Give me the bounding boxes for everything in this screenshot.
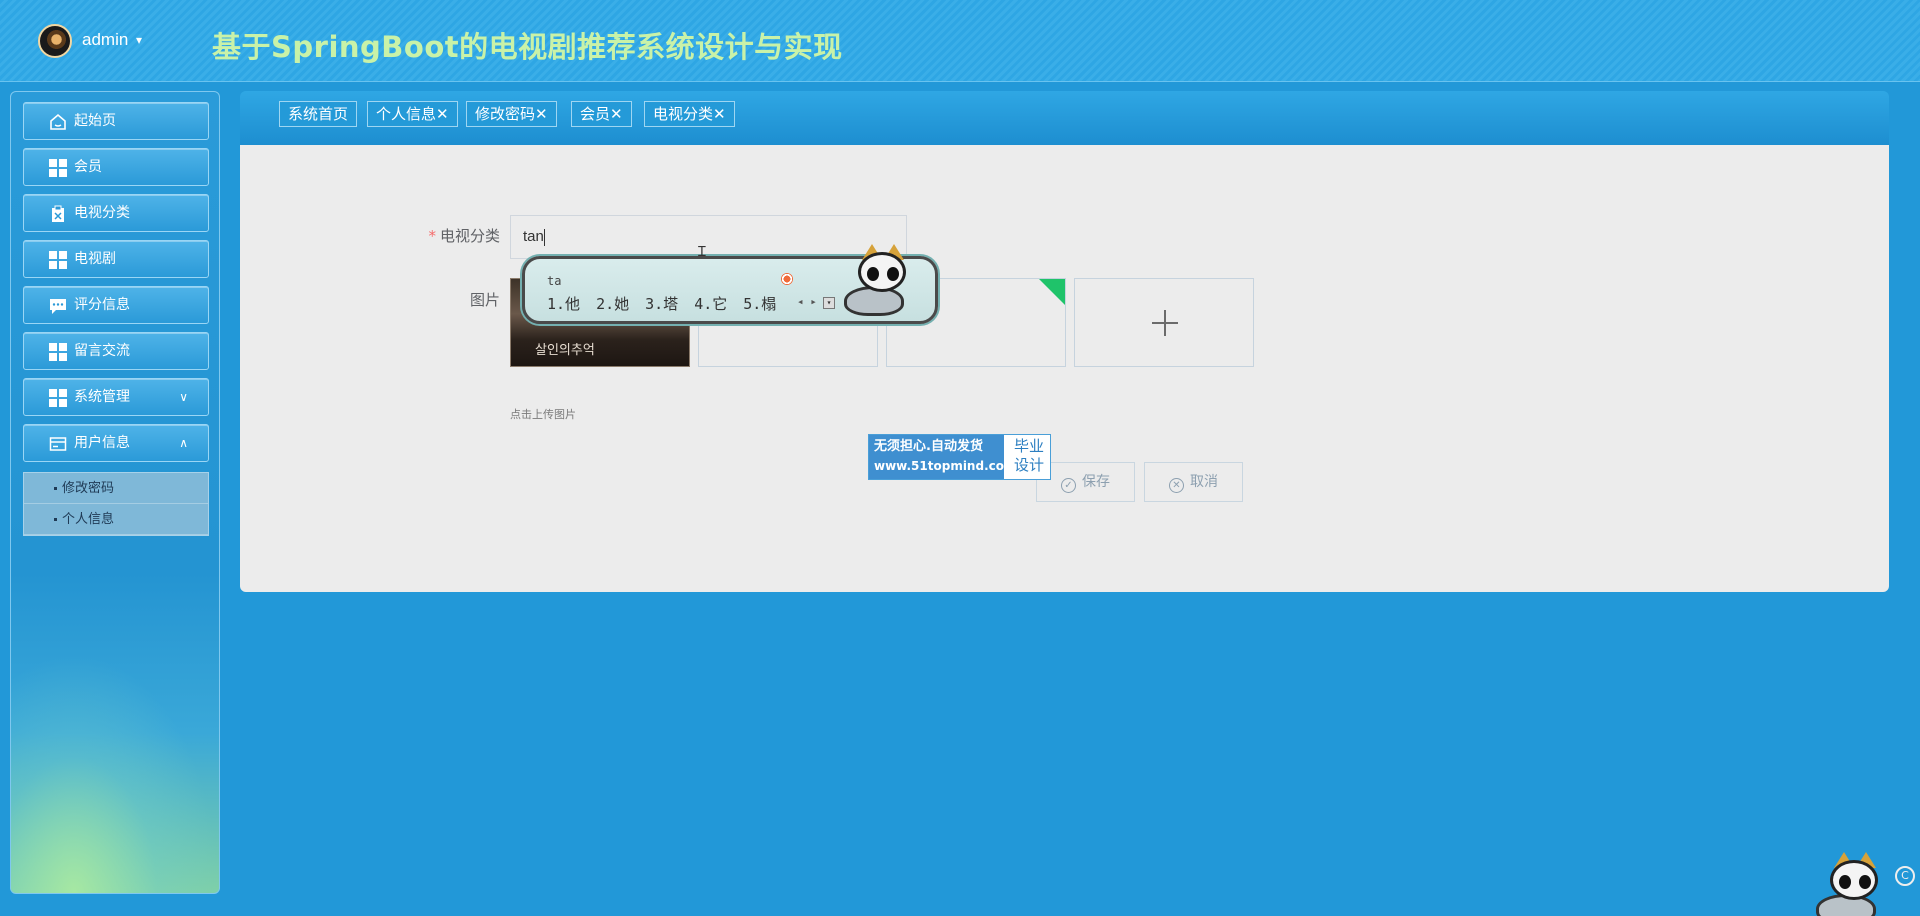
sidebar-item-system-management[interactable]: 系统管理 ∨ [23,378,209,416]
user-avatar[interactable] [38,24,72,58]
ime-mascot-icon [838,244,912,322]
ime-logo-icon [781,273,793,285]
upload-image-button[interactable] [1074,278,1254,367]
sidebar: 起始页 会员 电视分类 电视剧 评分信息 留言交流 系统管理 ∨ 用户信息 ∧ … [10,91,220,894]
category-input-value: tan [523,228,544,245]
sidebar-item-user-info[interactable]: 用户信息 ∧ [23,424,209,462]
ime-candidate[interactable]: 3.塔 [645,295,678,313]
grid-icon [49,389,67,407]
user-dropdown-caret-icon[interactable]: ▾ [136,33,142,47]
save-button-label: 保存 [1082,474,1110,490]
ime-candidate[interactable]: 2.她 [596,295,629,313]
category-field-label: * 电视分类 [380,225,500,246]
sidebar-item-label: 留言交流 [74,343,130,359]
watermark-line1: 无须担心.自动发货 [874,439,983,454]
user-info-submenu: 修改密码 个人信息 [23,472,209,536]
sidebar-item-tv-category[interactable]: 电视分类 [23,194,209,232]
watermark-right-line1: 毕业 [1013,437,1044,455]
app-title: 基于SpringBoot的电视剧推荐系统设计与实现 [212,30,843,64]
sidebar-glow [11,653,219,893]
top-header: admin ▾ 基于SpringBoot的电视剧推荐系统设计与实现 [0,0,1920,82]
required-mark: * [428,227,436,245]
sidebar-item-home[interactable]: 起始页 [23,102,209,140]
sidebar-item-label: 评分信息 [74,297,130,313]
ime-status-badge-icon[interactable]: C [1895,866,1915,886]
clipboard-icon [52,205,64,222]
chevron-down-icon: ∨ [179,390,188,404]
tab-tv-category[interactable]: 电视分类✕ [644,101,735,127]
status-corner-tag [1038,279,1065,306]
username-label[interactable]: admin [82,30,128,50]
tab-personal-info[interactable]: 个人信息✕ [367,101,458,127]
watermark-line2: www.51topmind.com [874,459,1017,473]
sidebar-item-label: 用户信息 [74,435,130,451]
grid-icon [49,159,67,177]
text-cursor [543,228,545,246]
submenu-item-personal-info[interactable]: 个人信息 [24,504,208,535]
mouse-ibeam-cursor-icon: Ɪ [698,244,706,260]
cancel-button[interactable]: ✕ 取消 [1144,462,1243,502]
sidebar-item-label: 会员 [74,159,102,175]
ime-composition: ta [547,274,562,288]
card-icon [49,437,67,451]
tab-change-password[interactable]: 修改密码✕ [466,101,557,127]
form-panel: * 电视分类 tan 图片 살인의추억 点击上传图片 ✓ 保存 ✕ 取消 [240,145,1889,592]
sidebar-item-label: 起始页 [74,113,116,129]
sidebar-item-label: 系统管理 [74,389,130,405]
sidebar-item-members[interactable]: 会员 [23,148,209,186]
ime-page-arrows-icon[interactable]: ◂ ▸ [797,295,817,308]
watermark-left: 无须担心.自动发货 www.51topmind.com [869,435,1017,479]
close-circle-icon: ✕ [1169,478,1184,493]
poster-caption: 살인의추억 [535,343,595,358]
image-field-label: 图片 [469,291,500,309]
sidebar-item-tv-series[interactable]: 电视剧 [23,240,209,278]
cancel-button-label: 取消 [1190,474,1218,490]
ime-candidate-list: 1.他 2.她 3.塔 4.它 5.榻 [547,293,792,314]
ime-candidate[interactable]: 5.榻 [743,295,776,313]
tab-system-home[interactable]: 系统首页 [279,101,358,127]
sidebar-item-label: 电视剧 [74,251,116,267]
watermark-banner: 无须担心.自动发货 www.51topmind.com 毕业 设计 [868,434,1051,480]
watermark-right: 毕业 设计 [1008,437,1050,475]
upload-hint: 点击上传图片 [510,408,576,421]
sidebar-item-ratings[interactable]: 评分信息 [23,286,209,324]
grid-icon [49,251,67,269]
chevron-up-icon: ∧ [179,436,188,450]
sidebar-item-label: 电视分类 [74,205,130,221]
grid-icon [49,343,67,361]
tab-members[interactable]: 会员✕ [571,101,632,127]
submenu-item-change-password[interactable]: 修改密码 [24,473,208,504]
plus-icon [1152,310,1178,336]
watermark-right-line2: 设计 [1013,456,1044,474]
ime-candidate[interactable]: 4.它 [694,295,727,313]
tab-bar: 系统首页 个人信息✕ 修改密码✕ 会员✕ 电视分类✕ [240,91,1889,145]
ime-expand-icon[interactable]: ▾ [823,297,835,309]
check-circle-icon: ✓ [1061,478,1076,493]
category-label-text: 电视分类 [439,227,500,245]
home-icon [50,113,66,130]
comment-icon [50,299,66,314]
ime-status-mascot-icon[interactable] [1810,852,1884,916]
ime-candidate[interactable]: 1.他 [547,295,580,313]
sidebar-item-messages[interactable]: 留言交流 [23,332,209,370]
